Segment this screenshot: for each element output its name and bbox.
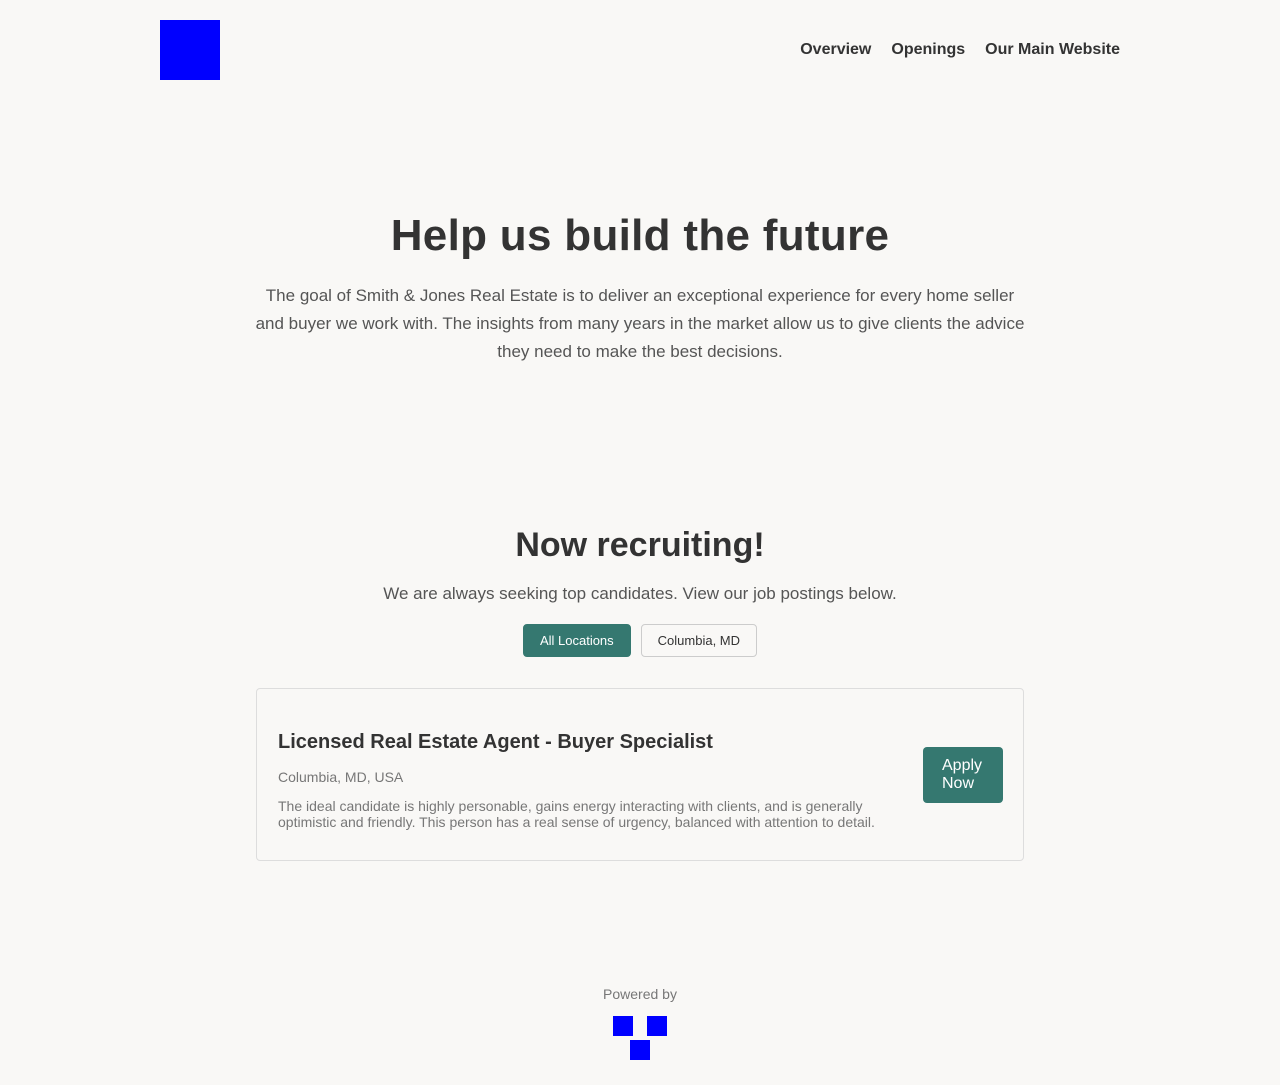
location-filters: All Locations Columbia, MD [256, 624, 1024, 657]
job-title[interactable]: Licensed Real Estate Agent - Buyer Speci… [278, 730, 713, 754]
job-location: Columbia, MD, USA [278, 769, 404, 785]
logo-square-icon [647, 1016, 667, 1036]
nav-link-overview[interactable]: Overview [800, 40, 871, 60]
company-logo[interactable] [160, 20, 220, 80]
nav-link-main-website[interactable]: Our Main Website [985, 40, 1120, 60]
powered-by-label: Powered by [603, 986, 677, 1002]
hero-section: Help us build the future The goal of Smi… [250, 210, 1030, 366]
filter-all-locations-button[interactable]: All Locations [522, 624, 631, 657]
nav-link-openings[interactable]: Openings [891, 40, 965, 60]
site-footer: Powered by [0, 985, 1280, 1060]
site-header: Overview Openings Our Main Website [160, 20, 1120, 80]
powered-by-logo-icon[interactable] [613, 1016, 667, 1060]
hero-description: The goal of Smith & Jones Real Estate is… [255, 286, 1025, 361]
recruiting-subtitle: We are always seeking top candidates. Vi… [383, 584, 897, 603]
recruiting-section: Now recruiting! We are always seeking to… [256, 525, 1024, 657]
apply-now-button[interactable]: Apply Now [923, 747, 1003, 803]
logo-square-icon [630, 1040, 650, 1060]
main-nav: Overview Openings Our Main Website [800, 40, 1120, 60]
recruiting-title: Now recruiting! [515, 526, 765, 564]
job-card: Licensed Real Estate Agent - Buyer Speci… [256, 688, 1024, 861]
hero-title: Help us build the future [390, 211, 890, 260]
logo-square-icon [613, 1016, 633, 1036]
filter-columbia-md-button[interactable]: Columbia, MD [640, 624, 758, 657]
job-description: The ideal candidate is highly personable… [278, 798, 875, 830]
